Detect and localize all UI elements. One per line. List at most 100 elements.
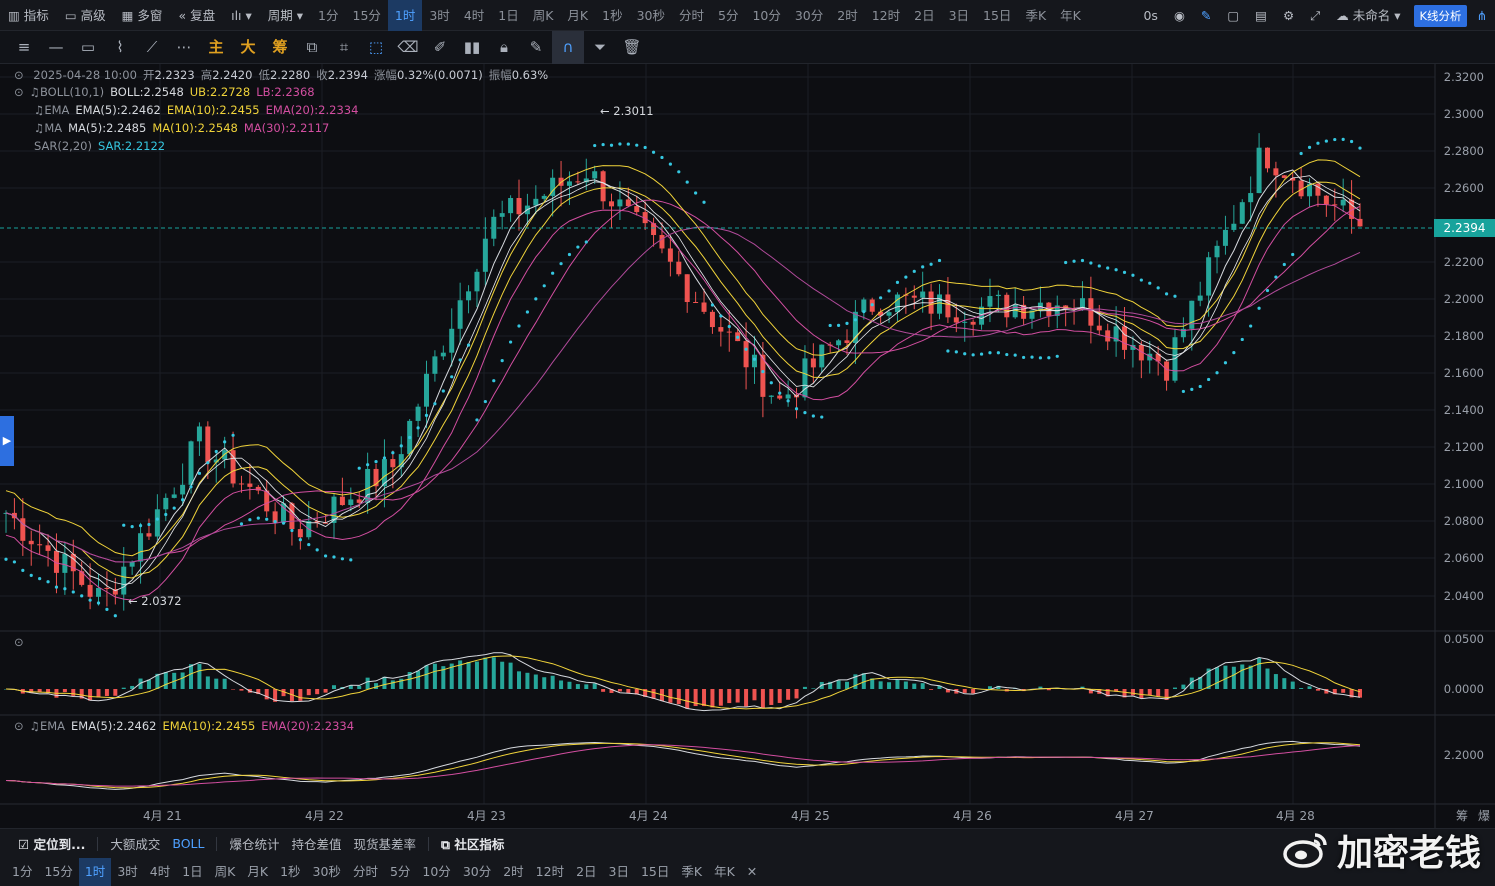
sar-legend: SAR(2,20) SAR:2.2122: [34, 139, 171, 153]
bottom-period-tab-11[interactable]: 5分: [384, 858, 416, 886]
macd-bar: [1265, 668, 1270, 689]
sar-dot: [845, 321, 849, 325]
candle: [945, 277, 951, 324]
candle: [121, 547, 127, 611]
ma-legend: ♫MA MA(5):2.2485 MA(10):2.2548 MA(30):2.211…: [34, 121, 335, 135]
candle: [1021, 296, 1027, 326]
bottom-period-tab-1[interactable]: 15分: [38, 858, 78, 886]
candle-body: [751, 354, 757, 368]
sar-dot: [399, 444, 403, 448]
bottom-period-tab-5[interactable]: 1日: [176, 858, 208, 886]
bottom-period-tab-20[interactable]: 年K: [708, 858, 741, 886]
macd-bar: [752, 689, 757, 701]
high-annotation: ← 2.3011: [600, 104, 654, 118]
bottom-period-tab-8[interactable]: 1秒: [274, 858, 306, 886]
sar-dot: [1333, 137, 1337, 142]
candle-body: [171, 494, 177, 498]
bell-icon[interactable]: ♫: [30, 719, 40, 733]
macd-bar: [1273, 674, 1278, 689]
bottom-period-tab-14[interactable]: 2时: [497, 858, 529, 886]
sar-dot: [155, 517, 159, 521]
candle-body: [348, 499, 354, 506]
bell-icon[interactable]: ♫: [34, 103, 44, 117]
locate-button[interactable]: ☑ 定位到...: [18, 834, 85, 853]
candle: [541, 193, 547, 202]
sar-dot: [719, 314, 723, 318]
bottom-period-tab-12[interactable]: 10分: [416, 858, 456, 886]
candle-body: [684, 274, 690, 303]
sar-dot: [181, 498, 185, 502]
bottom-period-tab-13[interactable]: 30分: [457, 858, 497, 886]
bell-icon[interactable]: ♫: [34, 121, 44, 135]
price-tick-4: 2.2200: [1443, 255, 1484, 269]
bottom-period-tab-18[interactable]: 15日: [635, 858, 675, 886]
collapse-icon[interactable]: ⊙: [14, 85, 24, 99]
macd-bar: [651, 689, 656, 699]
boll-indicator[interactable]: BOLL: [172, 836, 204, 851]
macd-bar: [559, 680, 564, 689]
sar-dot: [1097, 264, 1101, 268]
sar-dot: [1022, 355, 1026, 360]
close-label: 收: [316, 68, 328, 82]
sar-value: SAR:2.2122: [97, 139, 166, 153]
bottom-period-tab-15[interactable]: 12时: [530, 858, 570, 886]
sar-dot: [786, 399, 790, 403]
sub-ema10-value: EMA(10):2.2455: [162, 719, 256, 733]
close-icon[interactable]: ✕: [741, 858, 763, 886]
sar-dot: [416, 426, 420, 430]
bottom-period-tab-4[interactable]: 4时: [144, 858, 176, 886]
expand-sidebar-handle[interactable]: ▶: [0, 416, 14, 466]
sar-dot: [189, 485, 193, 489]
sar-dot: [281, 521, 286, 525]
bottom-period-tab-9[interactable]: 30秒: [307, 858, 347, 886]
bottom-period-tab-17[interactable]: 3日: [603, 858, 635, 886]
candle-body: [339, 496, 345, 506]
candle-body: [121, 566, 127, 595]
sar-dot: [424, 413, 429, 418]
macd-bar: [424, 665, 429, 689]
bottom-period-tab-10[interactable]: 分时: [347, 858, 384, 886]
candle-body: [836, 340, 842, 346]
bell-icon[interactable]: ♫: [30, 85, 40, 99]
sar-dot: [172, 506, 176, 510]
time-tick-4: 4月 25: [791, 809, 830, 823]
sar-dot: [879, 296, 883, 300]
candle-body: [701, 302, 707, 312]
big-trades-indicator[interactable]: 大额成交: [110, 834, 160, 853]
candle-body: [1281, 175, 1287, 178]
price-tick-11: 2.0800: [1443, 514, 1484, 528]
macd-bar: [744, 689, 749, 707]
bottom-period-tab-19[interactable]: 季K: [675, 858, 708, 886]
bottom-period-tab-3[interactable]: 3时: [111, 858, 143, 886]
bottom-period-tab-7[interactable]: 月K: [241, 858, 274, 886]
collapse-icon[interactable]: ⊙: [14, 719, 24, 733]
bottom-period-tab-0[interactable]: 1分: [6, 858, 38, 886]
bottom-period-tab-16[interactable]: 2日: [570, 858, 602, 886]
sar-dot: [1223, 361, 1228, 365]
oi-diff-indicator[interactable]: 持仓差值: [291, 834, 341, 853]
bottom-period-tab-6[interactable]: 周K: [209, 858, 242, 886]
basis-indicator[interactable]: 现货基差率: [354, 834, 417, 853]
macd-bar: [626, 689, 631, 694]
collapse-icon[interactable]: ⊙: [14, 635, 24, 649]
candle-body: [104, 587, 110, 590]
candle: [592, 165, 598, 184]
candle: [1054, 295, 1060, 329]
sar-dot: [323, 554, 328, 558]
time-tick-1: 4月 22: [305, 809, 344, 823]
sub-ema-lines: [5, 740, 1361, 790]
liquidation-indicator[interactable]: 爆仓统计: [229, 834, 279, 853]
community-indicators-button[interactable]: ⧉ 社区指标: [441, 834, 504, 853]
collapse-icon[interactable]: ⊙: [14, 68, 24, 82]
ema20-value: EMA(20):2.2334: [265, 103, 359, 117]
macd-bar: [113, 689, 118, 696]
sar-dot: [559, 262, 563, 266]
candle-body: [1189, 300, 1195, 329]
candle: [415, 403, 421, 438]
ema-name: EMA: [44, 103, 70, 117]
sar-dot: [517, 324, 521, 328]
sar-dot: [979, 352, 984, 356]
bottom-period-tab-2[interactable]: 1时: [78, 858, 112, 886]
sub-ema-legend: ⊙ ♫EMA EMA(5):2.2462 EMA(10):2.2455 EMA(20):…: [14, 719, 360, 733]
sar-dot: [1106, 266, 1110, 270]
